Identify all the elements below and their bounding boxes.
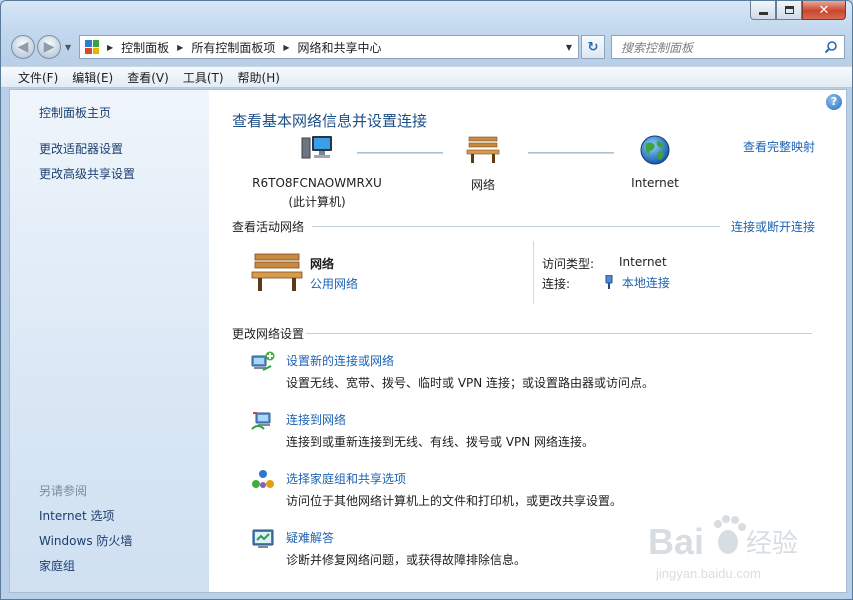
connection-label: 连接: [542,277,571,291]
vertical-divider [533,241,534,304]
close-button[interactable]: ✕ [802,1,846,20]
navigation-bar: ◀ ▶ ▼ ▶ 控制面板 ▶ 所有控制面板项 ▶ 网络和共享中心 ▼ ↻ 搜索控… [9,33,845,59]
breadcrumb-all-items[interactable]: 所有控制面板项 [191,39,275,56]
watermark-brand: Bai [648,521,704,562]
menu-help[interactable]: 帮助(H) [231,69,287,86]
back-button[interactable]: ◀ [11,35,35,59]
chevron-right-icon[interactable]: ▶ [177,43,183,52]
breadcrumb-network-sharing-center[interactable]: 网络和共享中心 [298,39,382,56]
search-placeholder: 搜索控制面板 [621,40,694,55]
map-connector [528,152,614,154]
sidebar-homegroup[interactable]: 家庭组 [39,557,75,574]
section-divider [306,333,812,334]
sidebar: 控制面板主页 更改适配器设置 更改高级共享设置 另请参阅 Internet 选项… [10,90,209,592]
computer-sublabel: (此计算机) [288,195,346,209]
access-type-value: Internet [619,255,667,269]
connect-to-network-desc: 连接到或重新连接到无线、有线、拨号或 VPN 网络连接。 [286,435,595,449]
network-node-name: 网络 [470,178,495,192]
setup-new-connection-link[interactable]: 设置新的连接或网络 [286,352,394,369]
sidebar-windows-firewall[interactable]: Windows 防火墙 [39,532,132,549]
connect-to-network-link[interactable]: 连接到网络 [286,411,346,428]
search-input[interactable]: 搜索控制面板 [611,35,845,59]
homegroup-icon [252,470,274,488]
sidebar-internet-options[interactable]: Internet 选项 [39,507,114,524]
bench-icon [251,253,303,291]
sidebar-change-adapter-settings[interactable]: 更改适配器设置 [39,140,123,157]
setup-new-connection-desc: 设置无线、宽带、拨号、临时或 VPN 连接；或设置路由器或访问点。 [286,376,655,390]
maximize-button[interactable] [776,1,802,20]
control-panel-icon [85,40,99,54]
troubleshoot-desc: 诊断并修复网络问题，或获得故障排除信息。 [286,553,527,567]
watermark-url: jingyan.baidu.com [655,566,761,581]
page-title: 查看基本网络信息并设置连接 [232,112,428,130]
view-full-map-link[interactable]: 查看完整映射 [743,138,815,155]
connect-disconnect-link[interactable]: 连接或断开连接 [731,218,815,235]
troubleshoot-link[interactable]: 疑难解答 [286,529,334,546]
map-node-network[interactable]: 网络 [453,134,513,193]
caption-buttons: ✕ [750,1,846,20]
chevron-right-icon[interactable]: ▶ [283,43,289,52]
minimize-button[interactable] [750,1,776,20]
map-node-computer[interactable]: R6TO8FCNAOWMRXU (此计算机) [247,134,387,210]
address-bar[interactable]: ▶ 控制面板 ▶ 所有控制面板项 ▶ 网络和共享中心 ▼ [79,35,579,59]
local-connection-link[interactable]: 本地连接 [604,274,670,291]
network-sharing-center-window: ✕ ◀ ▶ ▼ ▶ 控制面板 ▶ 所有控制面板项 ▶ 网络和共享中心 ▼ ↻ 搜… [0,0,853,600]
network-type-link[interactable]: 公用网络 [310,275,358,292]
section-divider [312,226,720,227]
globe-icon [640,135,670,165]
menu-edit[interactable]: 编辑(E) [65,69,120,86]
refresh-button[interactable]: ↻ [581,35,605,59]
homegroup-sharing-desc: 访问位于其他网络计算机上的文件和打印机，或更改共享设置。 [286,494,623,508]
new-connection-icon [251,351,275,371]
menu-tools[interactable]: 工具(T) [176,69,231,86]
breadcrumb-control-panel[interactable]: 控制面板 [121,39,169,56]
minimize-icon [758,11,768,15]
change-settings-title: 更改网络设置 [232,327,305,341]
baidu-jingyan-watermark: Bai 经验 jingyan.baidu.com [648,515,798,581]
arrow-left-icon: ◀ [17,39,29,55]
chevron-right-icon[interactable]: ▶ [107,43,113,52]
ethernet-icon [605,274,613,289]
computer-name: R6TO8FCNAOWMRXU [252,176,382,190]
arrow-right-icon: ▶ [43,39,55,55]
recent-pages-dropdown[interactable]: ▼ [65,43,71,52]
active-network-name: 网络 [310,257,335,271]
active-networks-title: 查看活动网络 [232,220,305,234]
see-also-label: 另请参阅 [39,484,88,498]
menu-file[interactable]: 文件(F) [11,69,65,86]
menu-view[interactable]: 查看(V) [120,69,176,86]
sidebar-change-advanced-sharing[interactable]: 更改高级共享设置 [39,165,135,182]
homegroup-sharing-link[interactable]: 选择家庭组和共享选项 [286,470,406,487]
refresh-icon: ↻ [587,39,599,55]
map-connector [357,152,443,154]
computer-icon [301,136,332,159]
sidebar-home-link[interactable]: 控制面板主页 [39,104,111,121]
internet-node-name: Internet [631,176,679,190]
local-connection-label[interactable]: 本地连接 [622,276,670,290]
bench-icon [466,136,500,163]
maximize-icon [784,6,794,14]
address-dropdown-icon[interactable]: ▼ [566,43,572,52]
menu-bar: 文件(F) 编辑(E) 查看(V) 工具(T) 帮助(H) [1,66,852,88]
close-icon: ✕ [818,2,830,18]
map-node-internet[interactable]: Internet [615,134,695,190]
troubleshoot-icon [252,529,274,548]
access-type-label: 访问类型: [542,257,595,271]
help-icon[interactable]: ? [826,94,842,110]
watermark-brand-suffix: 经验 [746,529,798,559]
forward-button[interactable]: ▶ [37,35,61,59]
connect-network-icon [251,412,271,430]
search-icon[interactable] [824,40,838,54]
